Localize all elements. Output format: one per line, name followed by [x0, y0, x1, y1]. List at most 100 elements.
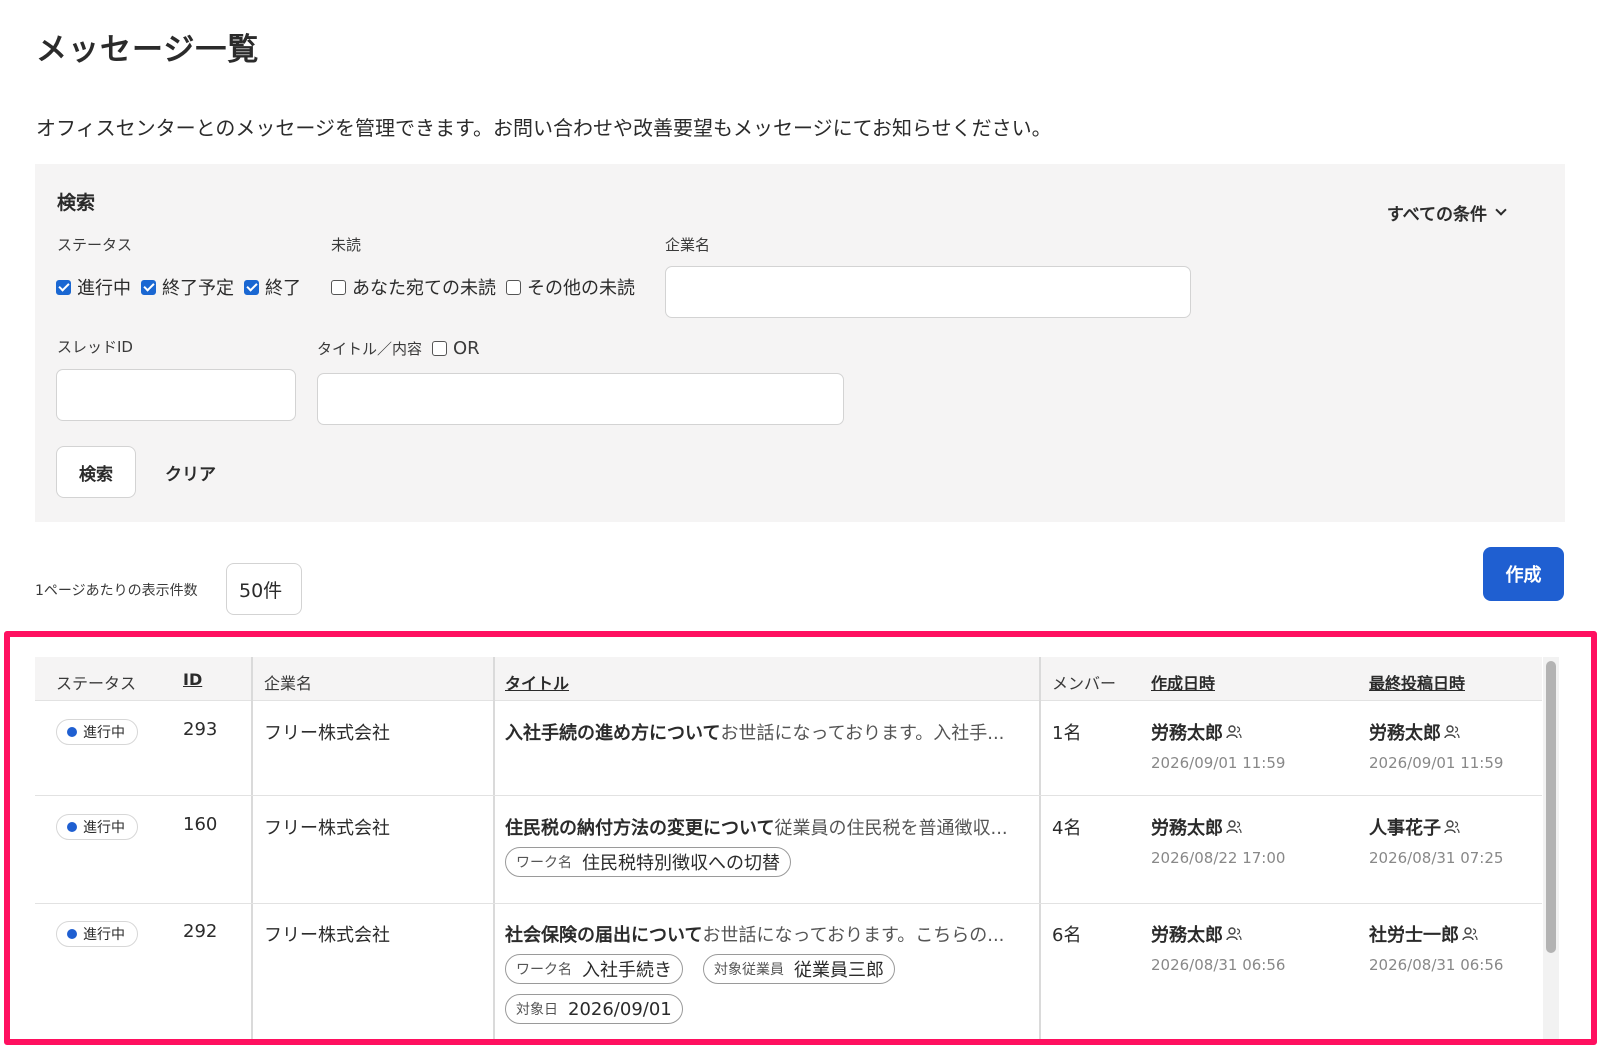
- title-excerpt: 従業員の住民税を普通徴収...: [774, 818, 1008, 839]
- unread-filter-group: あなた宛ての未読 その他の未読: [331, 274, 645, 300]
- checkbox-unchecked-icon: [506, 279, 521, 295]
- last-post-by: 人事花子: [1369, 814, 1460, 840]
- person-icon: [1226, 927, 1242, 941]
- last-post-by-name: 社労士一郎: [1369, 925, 1459, 946]
- checkbox-unchecked-icon: [331, 279, 346, 295]
- table-row[interactable]: 進行中 293 フリー株式会社 入社手続の進め方についてお世話になっております。…: [35, 701, 1542, 796]
- thread-id-input[interactable]: [56, 369, 296, 421]
- checkbox-label: その他の未読: [527, 278, 635, 299]
- unread-checkbox-others[interactable]: その他の未読: [506, 274, 635, 300]
- created-at: 2026/08/31 06:56: [1151, 956, 1286, 974]
- target-employee-tag: 対象従業員 従業員三郎: [703, 954, 895, 984]
- all-conditions-label: すべての条件: [1386, 205, 1487, 225]
- table-header: ステータス ID 企業名 タイトル メンバー 作成日時 最終投稿日時: [35, 657, 1542, 701]
- status-badge: 進行中: [56, 719, 138, 745]
- row-id: 292: [183, 921, 218, 942]
- company-input[interactable]: [665, 266, 1191, 318]
- status-checkbox-scheduled-end[interactable]: 終了予定: [141, 274, 234, 300]
- last-post-by: 労務太郎: [1369, 719, 1460, 745]
- message-table: ステータス ID 企業名 タイトル メンバー 作成日時 最終投稿日時 進行中 2…: [35, 657, 1542, 1045]
- scrollbar-thumb[interactable]: [1546, 661, 1556, 953]
- header-members: メンバー: [1052, 674, 1117, 693]
- tag-key: 対象従業員: [714, 962, 784, 978]
- status-badge: 進行中: [56, 814, 138, 840]
- header-created-sort[interactable]: 作成日時: [1151, 670, 1215, 694]
- tag-value: 従業員三郎: [794, 960, 884, 981]
- status-dot-icon: [67, 822, 77, 832]
- or-checkbox[interactable]: OR: [432, 338, 480, 359]
- header-title-sort[interactable]: タイトル: [505, 670, 569, 694]
- title-content-input[interactable]: [317, 373, 844, 425]
- last-post-by-name: 労務太郎: [1369, 723, 1441, 744]
- per-page-select[interactable]: 50件: [226, 563, 302, 615]
- person-icon: [1226, 725, 1242, 739]
- tag-value: 2026/09/01: [568, 998, 672, 1020]
- created-by-name: 労務太郎: [1151, 723, 1223, 744]
- row-members: 6名: [1052, 925, 1082, 946]
- search-button[interactable]: 検索: [56, 446, 136, 498]
- title-link[interactable]: 住民税の納付方法の変更について: [505, 818, 774, 839]
- last-post-at: 2026/09/01 11:59: [1369, 754, 1504, 772]
- checkbox-label: 終了予定: [162, 278, 234, 299]
- status-dot-icon: [67, 929, 77, 939]
- tag-key: 対象日: [516, 1002, 558, 1018]
- title-excerpt: お世話になっております。こちらの...: [702, 925, 1005, 946]
- title-content-label-group: タイトル／内容 OR: [317, 338, 490, 359]
- table-row[interactable]: 進行中 292 フリー株式会社 社会保険の届出についてお世話になっております。こ…: [35, 904, 1542, 1045]
- created-at: 2026/09/01 11:59: [1151, 754, 1286, 772]
- search-heading: 検索: [57, 192, 96, 214]
- title-link[interactable]: 入社手続の進め方について: [505, 723, 720, 744]
- tag-key: ワーク名: [516, 962, 572, 978]
- row-title[interactable]: 入社手続の進め方についてお世話になっております。入社手...: [505, 719, 1020, 745]
- work-name-tag: ワーク名 住民税特別徴収への切替: [505, 847, 791, 877]
- created-by: 労務太郎: [1151, 921, 1242, 947]
- created-by-name: 労務太郎: [1151, 818, 1223, 839]
- header-company: 企業名: [264, 674, 313, 693]
- table-row[interactable]: 進行中 160 フリー株式会社 住民税の納付方法の変更について従業員の住民税を普…: [35, 796, 1542, 904]
- last-post-by-name: 人事花子: [1369, 818, 1441, 839]
- status-text: 進行中: [83, 725, 125, 741]
- checkbox-checked-icon: [244, 279, 259, 295]
- all-conditions-toggle[interactable]: すべての条件: [1386, 200, 1507, 225]
- created-by: 労務太郎: [1151, 719, 1242, 745]
- title-excerpt: お世話になっております。入社手...: [720, 723, 1005, 744]
- tag-value: 住民税特別徴収への切替: [582, 853, 780, 874]
- person-icon: [1226, 820, 1242, 834]
- tag-key: ワーク名: [516, 855, 572, 871]
- unread-checkbox-to-you[interactable]: あなた宛ての未読: [331, 274, 496, 300]
- status-checkbox-ended[interactable]: 終了: [244, 274, 301, 300]
- person-icon: [1444, 725, 1460, 739]
- tag-value: 入社手続き: [582, 960, 672, 981]
- row-id: 160: [183, 814, 218, 835]
- checkbox-checked-icon: [141, 279, 156, 295]
- last-post-at: 2026/08/31 07:25: [1369, 849, 1504, 867]
- header-status: ステータス: [56, 674, 137, 693]
- create-button[interactable]: 作成: [1483, 547, 1564, 601]
- title-link[interactable]: 社会保険の届出について: [505, 925, 702, 946]
- created-by-name: 労務太郎: [1151, 925, 1223, 946]
- status-checkbox-in-progress[interactable]: 進行中: [56, 274, 131, 300]
- row-company: フリー株式会社: [264, 723, 390, 744]
- status-filter-group: 進行中 終了予定 終了: [56, 274, 311, 300]
- per-page-label: 1ページあたりの表示件数: [35, 583, 198, 599]
- chevron-down-icon: [1495, 204, 1507, 216]
- title-content-label: タイトル／内容: [317, 340, 423, 358]
- last-post-at: 2026/08/31 06:56: [1369, 956, 1504, 974]
- created-by: 労務太郎: [1151, 814, 1242, 840]
- table-scrollbar[interactable]: [1543, 657, 1559, 1045]
- header-last-post-sort[interactable]: 最終投稿日時: [1369, 670, 1465, 694]
- clear-button[interactable]: クリア: [165, 446, 216, 498]
- page-title: メッセージ一覧: [36, 32, 260, 68]
- checkbox-label: あなた宛ての未読: [352, 278, 496, 299]
- header-id-sort[interactable]: ID: [183, 670, 202, 689]
- row-title[interactable]: 住民税の納付方法の変更について従業員の住民税を普通徴収...: [505, 814, 1020, 840]
- company-field-label: 企業名: [665, 236, 711, 254]
- or-label: OR: [453, 338, 480, 359]
- work-name-tag: ワーク名 入社手続き: [505, 954, 683, 984]
- last-post-by: 社労士一郎: [1369, 921, 1478, 947]
- checkbox-unchecked-icon: [432, 341, 448, 356]
- row-members: 4名: [1052, 818, 1082, 839]
- status-filter-label: ステータス: [57, 236, 133, 254]
- row-title[interactable]: 社会保険の届出についてお世話になっております。こちらの...: [505, 921, 1020, 947]
- search-panel: 検索 すべての条件 ステータス 進行中 終了予定 終了 未読 あなた宛ての未読 …: [35, 164, 1565, 522]
